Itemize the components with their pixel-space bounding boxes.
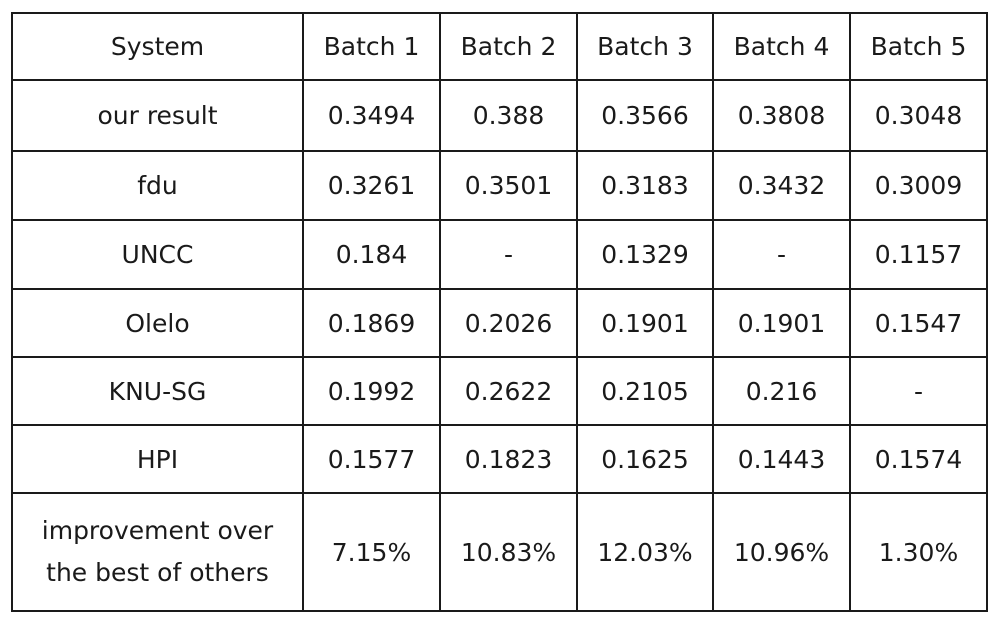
value-cell: 0.1157 <box>849 219 988 290</box>
value-cell: 0.1992 <box>302 356 441 426</box>
value-cell: 0.3009 <box>849 150 988 221</box>
value-cell: 0.1577 <box>302 424 441 494</box>
results-table-container: System Batch 1 Batch 2 Batch 3 Batch 4 B… <box>11 12 988 612</box>
value-cell: 0.388 <box>439 79 578 152</box>
value-cell: 0.3183 <box>576 150 714 221</box>
system-cell: fdu <box>11 150 304 221</box>
header-system: System <box>11 12 304 81</box>
improvement-cell: 12.03% <box>576 492 714 612</box>
header-batch-4: Batch 4 <box>712 12 851 81</box>
value-cell: 0.3566 <box>576 79 714 152</box>
system-cell: Olelo <box>11 288 304 358</box>
system-cell: KNU-SG <box>11 356 304 426</box>
improvement-label: improvement over the best of others <box>11 492 304 612</box>
value-cell: 0.3048 <box>849 79 988 152</box>
improvement-cell: 7.15% <box>302 492 441 612</box>
value-cell: 0.1869 <box>302 288 441 358</box>
improvement-row: improvement over the best of others 7.15… <box>11 492 988 612</box>
header-batch-3: Batch 3 <box>576 12 714 81</box>
table-row: UNCC 0.184 - 0.1329 - 0.1157 <box>11 219 988 290</box>
value-cell: 0.1625 <box>576 424 714 494</box>
table-row: KNU-SG 0.1992 0.2622 0.2105 0.216 - <box>11 356 988 426</box>
value-cell: 0.2026 <box>439 288 578 358</box>
table-row: Olelo 0.1869 0.2026 0.1901 0.1901 0.1547 <box>11 288 988 358</box>
header-row: System Batch 1 Batch 2 Batch 3 Batch 4 B… <box>11 12 988 81</box>
value-cell: - <box>849 356 988 426</box>
value-cell: 0.3432 <box>712 150 851 221</box>
value-cell: 0.3261 <box>302 150 441 221</box>
system-cell: our result <box>11 79 304 152</box>
improvement-cell: 1.30% <box>849 492 988 612</box>
table-row: our result 0.3494 0.388 0.3566 0.3808 0.… <box>11 79 988 152</box>
value-cell: 0.216 <box>712 356 851 426</box>
value-cell: 0.1574 <box>849 424 988 494</box>
value-cell: 0.1443 <box>712 424 851 494</box>
value-cell: 0.1547 <box>849 288 988 358</box>
value-cell: 0.3808 <box>712 79 851 152</box>
header-batch-1: Batch 1 <box>302 12 441 81</box>
value-cell: 0.3501 <box>439 150 578 221</box>
value-cell: 0.2105 <box>576 356 714 426</box>
table-row: fdu 0.3261 0.3501 0.3183 0.3432 0.3009 <box>11 150 988 221</box>
value-cell: - <box>439 219 578 290</box>
value-cell: 0.3494 <box>302 79 441 152</box>
header-batch-2: Batch 2 <box>439 12 578 81</box>
results-table: System Batch 1 Batch 2 Batch 3 Batch 4 B… <box>11 12 988 612</box>
improvement-cell: 10.83% <box>439 492 578 612</box>
table-row: HPI 0.1577 0.1823 0.1625 0.1443 0.1574 <box>11 424 988 494</box>
value-cell: 0.1901 <box>712 288 851 358</box>
header-batch-5: Batch 5 <box>849 12 988 81</box>
value-cell: 0.1901 <box>576 288 714 358</box>
system-cell: HPI <box>11 424 304 494</box>
improvement-cell: 10.96% <box>712 492 851 612</box>
system-cell: UNCC <box>11 219 304 290</box>
value-cell: 0.1329 <box>576 219 714 290</box>
value-cell: 0.184 <box>302 219 441 290</box>
value-cell: - <box>712 219 851 290</box>
value-cell: 0.2622 <box>439 356 578 426</box>
value-cell: 0.1823 <box>439 424 578 494</box>
